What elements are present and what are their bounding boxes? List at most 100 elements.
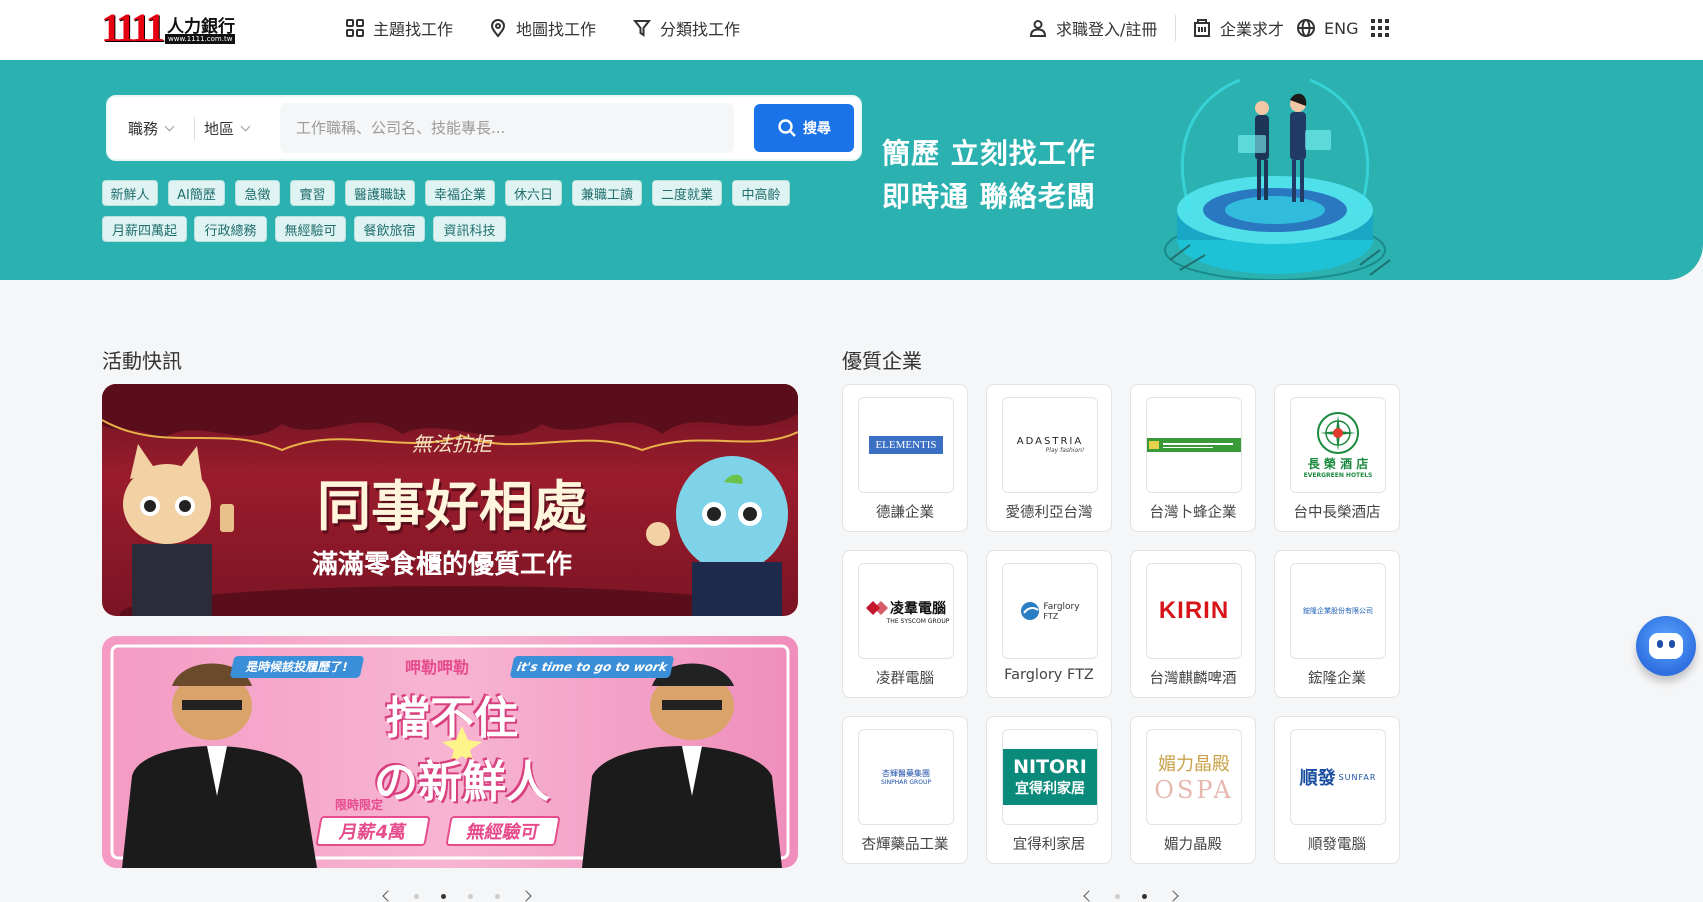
hero-illustration <box>1164 78 1391 280</box>
company-logo: ADASTRIA Play fashion! <box>1002 397 1098 493</box>
companies-section-title: 優質企業 <box>842 349 922 373</box>
carousel-dot[interactable] <box>414 893 419 899</box>
companies-carousel-dots[interactable] <box>1074 890 1188 902</box>
carousel-dot-active[interactable] <box>441 893 446 899</box>
company-card[interactable]: 台灣卜蜂企業 <box>1130 384 1256 532</box>
tag-chip[interactable]: 餐飲旅宿 <box>354 216 425 242</box>
company-logo-sub: FTZ <box>1043 611 1059 621</box>
company-card[interactable]: ADASTRIA Play fashion! 愛德利亞台灣 <box>986 384 1112 532</box>
employer-link[interactable]: 企業求才 <box>1192 0 1284 56</box>
company-name: 鋐隆企業 <box>1308 671 1366 687</box>
tag-chip[interactable]: 新鮮人 <box>102 180 158 206</box>
company-card[interactable]: Farglory FTZ Farglory FTZ <box>986 550 1112 698</box>
nav-theme-jobs[interactable]: 主題找工作 <box>345 0 453 56</box>
apps-grid-icon[interactable] <box>1371 19 1389 37</box>
building-icon <box>1194 19 1210 37</box>
banner-2-salary: 月薪4萬 <box>315 816 431 846</box>
tag-chip[interactable]: 月薪四萬起 <box>102 216 187 242</box>
tag-chip[interactable]: 醫護職缺 <box>345 180 415 206</box>
tag-chip[interactable]: 中高齡 <box>732 180 790 206</box>
company-card[interactable]: 媚力晶殿 OSPA 媚力晶殿 <box>1130 716 1256 864</box>
chatbot-button[interactable] <box>1636 616 1696 676</box>
cp-logo-bar <box>1147 438 1241 452</box>
login-register-link[interactable]: 求職登入/註冊 <box>1028 0 1157 56</box>
carousel-dot[interactable] <box>495 893 500 899</box>
carousel-dot[interactable] <box>468 893 473 899</box>
banner-2-bubble-left: 是時候該投履歷了! <box>229 656 365 678</box>
banner-1-headline: 同事好相處 <box>317 474 587 538</box>
banner-2-bubble-right: it's time to go to work <box>509 656 675 678</box>
tag-chip[interactable]: 急徵 <box>235 180 280 206</box>
company-logo: KIRIN <box>1146 563 1242 659</box>
company-card[interactable]: 凌羣電腦 THE SYSCOM GROUP 凌群電腦 <box>842 550 968 698</box>
company-logo: 長 榮 酒 店 EVERGREEN HOTELS <box>1290 397 1386 493</box>
header-divider <box>1175 15 1176 41</box>
company-logo: ELEMENTIS <box>858 397 954 493</box>
company-logo-text: 媚力晶殿 <box>1158 754 1230 775</box>
farglory-emblem <box>1021 602 1040 620</box>
grid-squares-icon <box>346 19 364 37</box>
event-banner-2[interactable]: 是時候該投履歷了! 呷勒呷勒 it's time to go to work 擋… <box>102 636 798 868</box>
nav-category-jobs[interactable]: 分類找工作 <box>632 0 740 56</box>
banner-1-tagline: 無法抗拒 <box>412 432 492 456</box>
chevron-right-icon[interactable] <box>1167 890 1179 902</box>
company-logo-text: KIRIN <box>1158 597 1230 624</box>
job-category-select[interactable]: 職務 <box>128 97 175 159</box>
search-button[interactable]: 搜尋 <box>754 104 854 152</box>
company-name: 媚力晶殿 <box>1164 837 1222 853</box>
carousel-dot-active[interactable] <box>1142 893 1147 899</box>
tag-chip[interactable]: 無經驗可 <box>275 216 346 242</box>
tag-chip[interactable]: 行政總務 <box>194 216 267 242</box>
site-logo[interactable]: 1111 人力銀行 www.1111.com.tw <box>101 8 241 48</box>
chevron-down-icon <box>164 121 175 131</box>
company-card[interactable]: KIRIN 台灣麒麟啤酒 <box>1130 550 1256 698</box>
tag-chip[interactable]: AI簡歷 <box>168 180 225 206</box>
carousel-dot[interactable] <box>1115 893 1120 899</box>
syscom-emblem <box>866 600 888 615</box>
tag-chip[interactable]: 兼職工讀 <box>572 180 642 206</box>
search-button-label: 搜尋 <box>803 120 831 136</box>
company-name: Farglory FTZ <box>1004 667 1094 683</box>
company-card[interactable]: 杏輝醫藥集團 SINPHAR GROUP 杏輝藥品工業 <box>842 716 968 864</box>
events-carousel-dots[interactable] <box>373 890 541 902</box>
nav-map-jobs[interactable]: 地圖找工作 <box>488 0 596 56</box>
login-register-label: 求職登入/註冊 <box>1056 20 1158 39</box>
company-logo: 鋐隆企業股份有限公司 <box>1290 563 1386 659</box>
chevron-left-icon[interactable] <box>382 890 394 902</box>
tag-chip[interactable]: 二度就業 <box>652 180 722 206</box>
tag-chip[interactable]: 實習 <box>290 180 335 206</box>
company-logo-text: 長 榮 酒 店 <box>1307 457 1369 471</box>
tag-chip[interactable]: 休六日 <box>505 180 562 206</box>
company-card[interactable]: 長 榮 酒 店 EVERGREEN HOTELS 台中長榮酒店 <box>1274 384 1400 532</box>
company-logo-sub: THE SYSCOM GROUP <box>886 617 950 625</box>
chevron-right-icon[interactable] <box>520 890 532 902</box>
company-name: 德謙企業 <box>876 505 934 521</box>
area-label: 地區 <box>204 119 235 138</box>
company-logo: 順發 SUNFAR <box>1290 729 1386 825</box>
company-name: 宜得利家居 <box>1012 837 1086 853</box>
company-logo-sub: EVERGREEN HOTELS <box>1303 472 1373 479</box>
evergreen-emblem <box>1317 412 1359 454</box>
banner-2-no-experience: 無經驗可 <box>445 816 561 846</box>
banner-2-limited: 限時限定 <box>334 798 383 812</box>
company-card[interactable]: 鋐隆企業股份有限公司 鋐隆企業 <box>1274 550 1400 698</box>
tag-chip[interactable]: 資訊科技 <box>433 216 506 242</box>
select-divider <box>194 117 195 141</box>
chevron-left-icon[interactable] <box>1083 890 1095 902</box>
company-card[interactable]: 順發 SUNFAR 順發電腦 <box>1274 716 1400 864</box>
area-select[interactable]: 地區 <box>204 97 251 159</box>
company-logo: 媚力晶殿 OSPA <box>1146 729 1242 825</box>
company-logo-text: NITORI <box>1013 756 1087 778</box>
tag-chip[interactable]: 幸福企業 <box>425 180 495 206</box>
company-name: 台中長榮酒店 <box>1293 505 1381 521</box>
event-banner-1[interactable]: 無法抗拒 同事好相處 滿滿零食櫃的優質工作 <box>102 384 798 616</box>
company-card[interactable]: NITORI 宜得利家居 宜得利家居 <box>986 716 1112 864</box>
search-input[interactable] <box>280 103 734 153</box>
company-logo-sub: SINPHAR GROUP <box>881 779 931 786</box>
company-name: 愛德利亞台灣 <box>1005 505 1093 521</box>
nav-map-jobs-label: 地圖找工作 <box>516 20 597 39</box>
company-logo: NITORI 宜得利家居 <box>1002 729 1098 825</box>
company-card[interactable]: ELEMENTIS 德謙企業 <box>842 384 968 532</box>
language-switch[interactable]: ENG <box>1296 0 1358 56</box>
company-logo-text: ADASTRIA <box>1016 436 1084 447</box>
